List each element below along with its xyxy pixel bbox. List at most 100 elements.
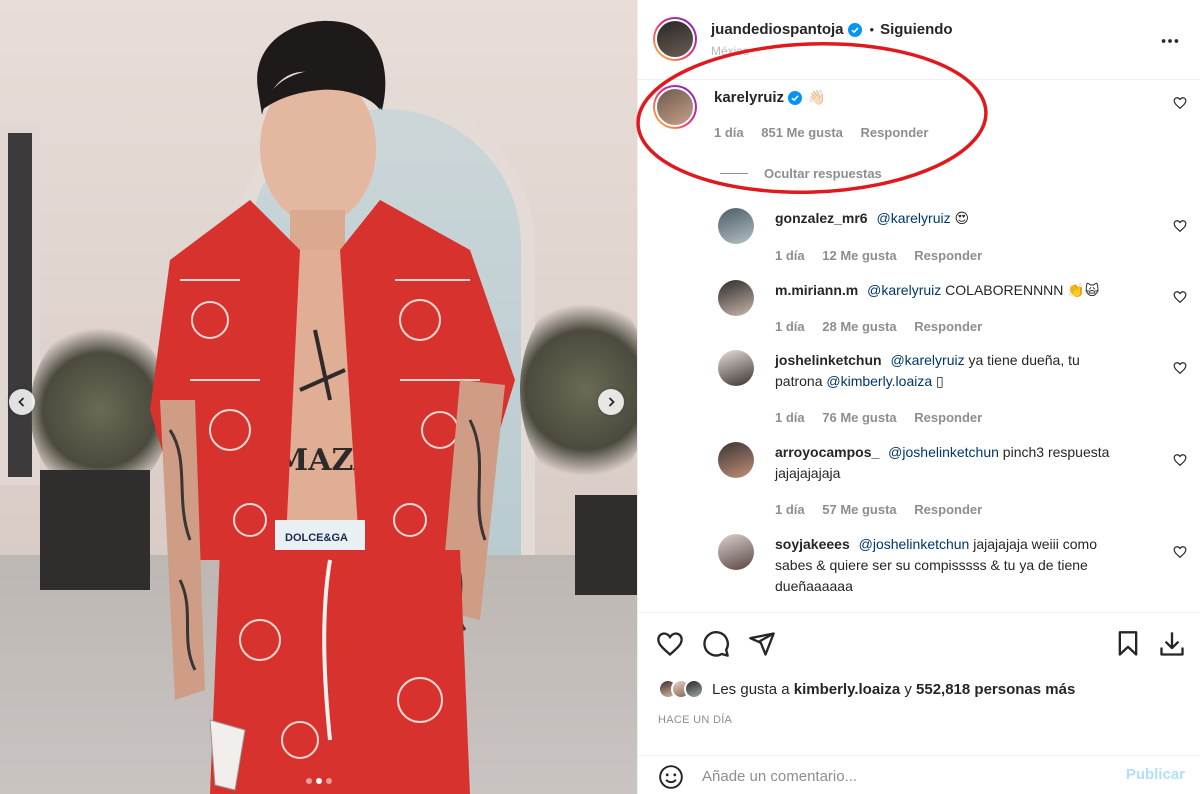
heart-icon[interactable] (656, 630, 684, 658)
reply-time[interactable]: 1 día (775, 410, 805, 425)
reply-time[interactable]: 1 día (775, 248, 805, 263)
reply-mention[interactable]: @joshelinketchun (888, 444, 999, 460)
reply-text-line2: patrona (775, 373, 823, 389)
reply-mention[interactable]: @karelyruiz (867, 282, 941, 298)
replier-avatar[interactable] (718, 534, 754, 570)
reply-meta: 1 día 76 Me gusta Responder (775, 410, 996, 425)
reply-like-heart-icon[interactable] (1173, 545, 1187, 559)
reply-text: COLABORENNNN 👏🙀 (945, 282, 1100, 298)
reply-meta: 1 día 57 Me gusta Responder (775, 502, 996, 517)
download-icon[interactable] (1158, 630, 1186, 658)
reply-text: jajajajaja weiii como (973, 536, 1097, 552)
reply-text-line3: dueñaaaaaa (775, 578, 853, 594)
carousel-dot (305, 778, 312, 784)
reply-button[interactable]: Responder (914, 319, 982, 334)
reply-likes[interactable]: 57 Me gusta (822, 502, 896, 517)
carousel-next-button[interactable] (598, 389, 624, 415)
follow-status-button[interactable]: Siguiendo (880, 21, 953, 38)
carousel-dot (325, 778, 332, 784)
author-username[interactable]: juandediospantoja (711, 21, 844, 38)
reply-likes[interactable]: 12 Me gusta (822, 248, 896, 263)
reply-item: soyjakeees @joshelinketchun jajajajaja w… (638, 526, 1200, 612)
comment-like-heart-icon[interactable] (1173, 96, 1187, 110)
smiley-icon[interactable] (658, 764, 684, 790)
reply-likes[interactable]: 76 Me gusta (822, 410, 896, 425)
comment-item: karelyruiz 👋🏻 1 día 851 Me gusta Respond… (638, 80, 1200, 190)
reply-meta: 1 día 28 Me gusta Responder (775, 319, 996, 334)
more-horizontal-icon[interactable] (1159, 30, 1181, 52)
reply-text-line2: jajajajajaja (775, 465, 841, 481)
comment-input[interactable] (702, 762, 1082, 790)
replier-username[interactable]: m.miriann.m (775, 282, 858, 298)
post-side-panel: juandediospantoja • Siguiendo México kar… (637, 0, 1200, 794)
post-header: juandediospantoja • Siguiendo México (638, 0, 1200, 80)
header-separator: • (869, 22, 875, 37)
likes-summary[interactable]: Les gusta a kimberly.loaiza y 552,818 pe… (658, 679, 1075, 699)
replier-avatar[interactable] (718, 280, 754, 316)
comment-meta: 1 día 851 Me gusta Responder (714, 125, 942, 140)
person-figure: MAZA DOLCE&GA (150, 20, 515, 794)
comment-icon[interactable] (702, 630, 730, 658)
comment-time[interactable]: 1 día (714, 125, 744, 140)
replier-avatar[interactable] (718, 442, 754, 478)
commenter-username[interactable]: karelyruiz (714, 89, 784, 106)
likes-connector: y (904, 680, 912, 698)
post-time[interactable]: HACE UN DÍA (658, 714, 732, 726)
bookmark-icon[interactable] (1114, 630, 1142, 658)
verified-badge-icon (847, 22, 862, 37)
comment-text: 👋🏻 (808, 89, 826, 105)
add-comment-bar: Publicar (638, 755, 1200, 794)
replier-username[interactable]: soyjakeees (775, 536, 850, 552)
reply-like-heart-icon[interactable] (1173, 290, 1187, 304)
author-avatar[interactable] (653, 17, 697, 61)
hide-replies-button[interactable]: Ocultar respuestas (720, 166, 882, 181)
reply-item: m.miriann.m @karelyruiz COLABORENNNN 👏🙀 … (638, 270, 1200, 342)
replier-username[interactable]: joshelinketchun (775, 352, 882, 368)
chevron-left-icon (18, 397, 25, 407)
replier-avatar[interactable] (718, 350, 754, 386)
reply-text-line2: sabes & quiere ser su compisssss & tu ya… (775, 557, 1088, 573)
carousel-dot-active (315, 778, 322, 784)
reply-item: gonzalez_mr6 @karelyruiz 😍 1 día 12 Me g… (638, 198, 1200, 270)
chevron-right-icon (608, 397, 615, 407)
replier-username[interactable]: gonzalez_mr6 (775, 210, 868, 226)
post-location[interactable]: México (711, 44, 749, 58)
reply-text: ya tiene dueña, tu (968, 352, 1080, 368)
reply-likes[interactable]: 28 Me gusta (822, 319, 896, 334)
liker-avatars (658, 679, 704, 699)
hide-replies-line (720, 173, 748, 174)
reply-mention[interactable]: @joshelinketchun (859, 536, 970, 552)
reply-button[interactable]: Responder (861, 125, 929, 140)
reply-button[interactable]: Responder (914, 502, 982, 517)
reply-like-heart-icon[interactable] (1173, 219, 1187, 233)
reply-item: joshelinketchun @karelyruiz ya tiene due… (638, 342, 1200, 434)
reply-button[interactable]: Responder (914, 410, 982, 425)
liker-avatar (684, 679, 704, 699)
reply-like-heart-icon[interactable] (1173, 361, 1187, 375)
reply-like-heart-icon[interactable] (1173, 453, 1187, 467)
reply-time[interactable]: 1 día (775, 319, 805, 334)
svg-text:DOLCE&GA: DOLCE&GA (285, 532, 348, 544)
post-actions-footer: Les gusta a kimberly.loaiza y 552,818 pe… (638, 612, 1200, 794)
hide-replies-label: Ocultar respuestas (764, 166, 882, 181)
replier-avatar[interactable] (718, 208, 754, 244)
comment-likes[interactable]: 851 Me gusta (761, 125, 843, 140)
replier-username[interactable]: arroyocampos_ (775, 444, 879, 460)
reply-time[interactable]: 1 día (775, 502, 805, 517)
reply-text-line2-end: ▯ (936, 373, 944, 389)
reply-meta: 1 día 12 Me gusta Responder (775, 248, 996, 263)
publish-button[interactable]: Publicar (1126, 766, 1185, 783)
reply-button[interactable]: Responder (914, 248, 982, 263)
likes-user[interactable]: kimberly.loaiza (794, 681, 900, 698)
carousel-prev-button[interactable] (9, 389, 35, 415)
reply-item: arroyocampos_ @joshelinketchun pinch3 re… (638, 434, 1200, 526)
post-photo[interactable]: MAZA DOLCE&GA (0, 0, 637, 794)
likes-prefix: Les gusta a (712, 680, 790, 698)
reply-mention-second[interactable]: @kimberly.loaiza (826, 373, 932, 389)
send-icon[interactable] (748, 630, 776, 658)
likes-count[interactable]: 552,818 personas más (916, 681, 1075, 698)
reply-mention[interactable]: @karelyruiz (890, 352, 964, 368)
commenter-avatar[interactable] (653, 85, 697, 129)
carousel-indicator (305, 778, 332, 784)
reply-mention[interactable]: @karelyruiz (876, 210, 950, 226)
